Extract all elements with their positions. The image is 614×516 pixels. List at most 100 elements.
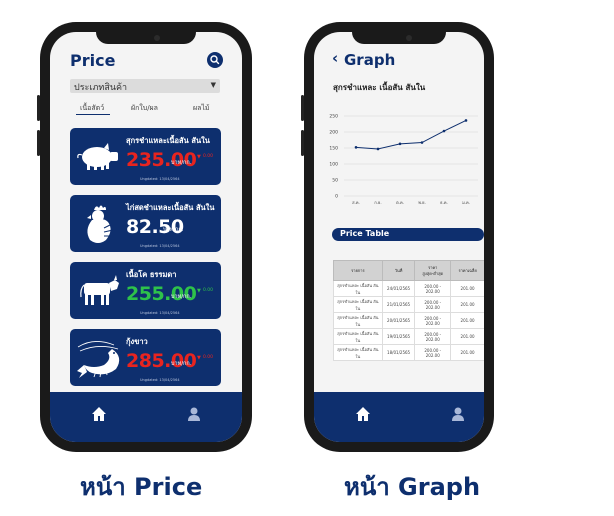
data-point bbox=[442, 129, 446, 133]
table-header-row: รายการ วันที่ ราคา สูงสุด-ต่ำสุด ราคาเฉล… bbox=[333, 260, 484, 281]
updated-date: Ungdated: 13/04/2564 bbox=[140, 378, 180, 382]
shrimp-icon bbox=[77, 341, 120, 378]
y-tick-label: 250 bbox=[329, 114, 338, 120]
y-tick-label: 150 bbox=[329, 146, 338, 152]
page-title: Graph bbox=[344, 51, 396, 69]
table-cell: 200.00 - 202.00 bbox=[414, 296, 452, 313]
table-cell: 201.00 bbox=[450, 296, 484, 313]
data-point bbox=[398, 142, 402, 146]
caption-graph-page: หน้า Graph bbox=[344, 473, 481, 501]
bottom-nav bbox=[50, 392, 242, 442]
y-tick-label: 100 bbox=[329, 162, 338, 168]
chevron-down-icon: ▼ bbox=[210, 81, 216, 89]
trend-down-icon: ▼ bbox=[197, 154, 201, 160]
camera bbox=[406, 35, 412, 41]
price-unit: บาท/กก. bbox=[171, 294, 192, 300]
column-header: วันที่ bbox=[381, 260, 416, 281]
table-cell: สุกรชำแหละ เนื้อสัน สันใน bbox=[333, 296, 383, 313]
y-tick-label: 200 bbox=[329, 130, 338, 136]
table-cell: 24/01/2565 bbox=[381, 280, 416, 297]
price-change: 0.00 bbox=[203, 355, 214, 360]
cow-icon bbox=[80, 275, 119, 305]
price-table-label: Price Table bbox=[340, 229, 390, 238]
home-icon[interactable] bbox=[91, 406, 107, 422]
user-icon[interactable] bbox=[450, 406, 466, 422]
x-tick-label: ก.ย. bbox=[374, 200, 381, 205]
price-table-header: Price Table bbox=[332, 228, 484, 241]
tab-fruit[interactable]: ผลไม้ bbox=[193, 103, 210, 114]
price-unit: บาท/กก. bbox=[163, 227, 184, 233]
updated-date: Ungdated: 13/04/2564 bbox=[140, 177, 180, 181]
product-name: ไก่สดชำแหละเนื้อสัน สันใน bbox=[126, 203, 215, 212]
table-cell: 201.00 bbox=[450, 280, 484, 297]
price-card-chicken[interactable]: ไก่สดชำแหละเนื้อสัน สันใน 82.50 บาท/กก. … bbox=[70, 195, 221, 252]
price-unit: บาท/กก. bbox=[171, 361, 192, 367]
table-cell: สุกรชำแหละ เนื้อสัน สันใน bbox=[333, 344, 383, 361]
back-button[interactable]: ‹ bbox=[332, 49, 338, 67]
chicken-icon bbox=[87, 205, 114, 243]
price-unit: บาท/กก. bbox=[171, 160, 192, 166]
table-row: สุกรชำแหละ เนื้อสัน สันใน 21/01/2565 200.0… bbox=[333, 296, 484, 313]
data-point bbox=[420, 141, 424, 144]
search-icon bbox=[210, 55, 220, 65]
table-cell: สุกรชำแหละ เนื้อสัน สันใน bbox=[333, 312, 383, 329]
table-row: สุกรชำแหละ เนื้อสัน สันใน 19/01/2565 200.0… bbox=[333, 328, 484, 345]
tab-meat[interactable]: เนื้อสัตว์ bbox=[80, 103, 104, 114]
price-screen: Price ประเภทสินค้า ▼ เนื้อสัตว์ ผักใบ/ผล… bbox=[50, 32, 242, 442]
bottom-nav bbox=[314, 392, 484, 442]
table-cell: 200.00 - 202.00 bbox=[414, 328, 452, 345]
y-tick-label: 0 bbox=[335, 194, 338, 200]
column-header: ราคา สูงสุด-ต่ำสุด bbox=[414, 260, 452, 281]
table-cell: สุกรชำแหละ เนื้อสัน สันใน bbox=[333, 280, 383, 297]
product-name: สุกรชำแหละเนื้อสัน สันใน bbox=[126, 136, 210, 145]
price-card-pork[interactable]: สุกรชำแหละเนื้อสัน สันใน 235.00 บาท/กก. … bbox=[70, 128, 221, 185]
table-cell: 201.00 bbox=[450, 344, 484, 361]
pig-icon bbox=[77, 143, 118, 170]
table-row: สุกรชำแหละ เนื้อสัน สันใน 18/01/2565 200.0… bbox=[333, 344, 484, 361]
table-cell: สุกรชำแหละ เนื้อสัน สันใน bbox=[333, 328, 383, 345]
table-cell: 18/01/2565 bbox=[381, 344, 416, 361]
category-select[interactable]: ประเภทสินค้า ▼ bbox=[70, 79, 220, 93]
notch bbox=[352, 32, 446, 44]
data-point bbox=[464, 119, 468, 122]
price-card-beef[interactable]: เนื้อโค ธรรมดา 255.00 บาท/กก. ▼ 0.00 Ung… bbox=[70, 262, 221, 319]
home-icon[interactable] bbox=[355, 406, 371, 422]
camera bbox=[154, 35, 160, 41]
table-cell: 21/01/2565 bbox=[381, 296, 416, 313]
column-header: ราคาเฉลี่ย bbox=[450, 260, 484, 281]
price-table: รายการ วันที่ ราคา สูงสุด-ต่ำสุด ราคาเฉล… bbox=[333, 260, 484, 361]
table-cell: 20/01/2565 bbox=[381, 312, 416, 329]
search-button[interactable] bbox=[207, 52, 223, 68]
active-tab-indicator bbox=[76, 114, 110, 115]
trend-up-icon: ▼ bbox=[197, 288, 201, 294]
table-cell: 200.00 - 202.00 bbox=[414, 344, 452, 361]
column-header: รายการ bbox=[333, 260, 383, 281]
table-cell: 201.00 bbox=[450, 328, 484, 345]
price-change: 0.00 bbox=[203, 288, 214, 293]
updated-date: Ungdated: 13/04/2564 bbox=[140, 311, 180, 315]
data-point bbox=[354, 146, 358, 149]
side-button bbox=[301, 95, 304, 121]
series-line bbox=[355, 120, 467, 150]
tab-vegetable[interactable]: ผักใบ/ผล bbox=[131, 103, 158, 114]
data-point bbox=[376, 147, 380, 151]
side-button bbox=[37, 130, 40, 156]
user-icon[interactable] bbox=[186, 406, 202, 422]
product-name: กุ้งขาว bbox=[126, 337, 148, 346]
updated-date: Ungdated: 13/04/2564 bbox=[140, 244, 180, 248]
chart-subtitle: สุกรชำแหละ เนื้อสัน สันใน bbox=[333, 83, 426, 92]
x-tick-label: ธ.ค. bbox=[440, 200, 448, 205]
x-tick-label: ส.ค. bbox=[352, 200, 360, 205]
price-line-chart: 0 50 100 150 200 250 ส.ค. ก.ย. ต.ค. พ.ย. ธ.ค. ม.ค. bbox=[329, 114, 478, 205]
trend-down-icon: ▼ bbox=[197, 355, 201, 361]
category-select-value: ประเภทสินค้า bbox=[74, 83, 128, 93]
caption-price-page: หน้า Price bbox=[80, 473, 203, 501]
table-cell: 200.00 - 202.00 bbox=[414, 280, 452, 297]
table-row: สุกรชำแหละ เนื้อสัน สันใน 24/01/2565 200.0… bbox=[333, 280, 484, 297]
table-cell: 200.00 - 202.00 bbox=[414, 312, 452, 329]
notch bbox=[96, 32, 196, 44]
table-cell: 201.00 bbox=[450, 312, 484, 329]
back-icon: ‹ bbox=[332, 49, 339, 67]
price-change: 0.00 bbox=[203, 154, 214, 159]
price-card-shrimp[interactable]: กุ้งขาว 285.00 บาท/กก. ▼ 0.00 Ungdated: … bbox=[70, 329, 221, 386]
